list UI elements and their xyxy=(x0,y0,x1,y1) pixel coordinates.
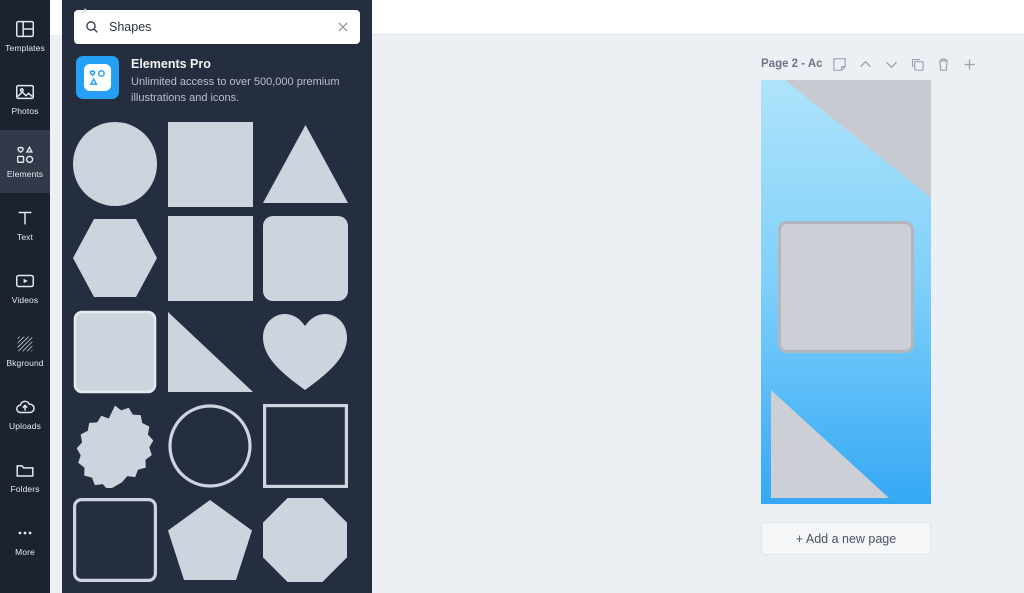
trash-icon[interactable] xyxy=(935,56,952,73)
sidebar-item-videos[interactable]: Videos xyxy=(0,256,50,319)
sidebar-item-background[interactable]: Bkground xyxy=(0,319,50,382)
page-toolbar xyxy=(831,56,978,73)
shape-pentagon[interactable] xyxy=(166,497,254,584)
sidebar-item-templates[interactable]: Templates xyxy=(0,4,50,67)
page-header: Page 2 - Ac xyxy=(761,53,1011,75)
background-icon xyxy=(14,333,36,355)
design-editor: Templates Photos Elements Text Videos Bk… xyxy=(0,0,1024,593)
add-new-page-button[interactable]: + Add a new page xyxy=(761,522,931,555)
shape-heart[interactable] xyxy=(261,309,349,396)
text-icon xyxy=(14,207,36,229)
editor-toolbar xyxy=(372,0,1024,35)
panel-corner-marker: ↗ xyxy=(80,6,88,16)
sidebar-item-label: Elements xyxy=(6,169,44,180)
elements-panel: Elements Pro Unlimited access to over 50… xyxy=(62,0,372,593)
shape-scalloped-circle[interactable] xyxy=(71,403,159,490)
elements-pro-promo[interactable]: Elements Pro Unlimited access to over 50… xyxy=(62,44,372,117)
templates-icon xyxy=(14,18,36,40)
shape-octagon[interactable] xyxy=(261,497,349,584)
sidebar-item-elements[interactable]: Elements xyxy=(0,130,50,193)
sidebar-item-folders[interactable]: Folders xyxy=(0,445,50,508)
page-title: Page 2 - Ac xyxy=(761,58,823,70)
design-page[interactable] xyxy=(761,80,931,504)
notes-icon[interactable] xyxy=(831,56,848,73)
sidebar-item-label: More xyxy=(15,547,35,558)
sidebar-item-more[interactable]: More xyxy=(0,508,50,571)
sidebar-item-label: Uploads xyxy=(9,421,41,432)
sidebar-item-label: Folders xyxy=(10,484,40,495)
sidebar-item-label: Photos xyxy=(11,106,39,117)
shape-triangle[interactable] xyxy=(261,121,349,208)
search-input[interactable] xyxy=(109,20,336,34)
page-shape-triangle-top-right[interactable] xyxy=(785,80,931,198)
shape-square[interactable] xyxy=(166,121,254,208)
sidebar-item-label: Text xyxy=(17,232,33,243)
chevron-down-icon[interactable] xyxy=(883,56,900,73)
more-icon xyxy=(14,522,36,544)
page-shape-triangle-bottom-left[interactable] xyxy=(771,390,889,498)
sidebar-item-label: Bkground xyxy=(6,358,44,369)
shape-square[interactable] xyxy=(166,215,254,302)
shapes-grid xyxy=(62,117,372,584)
rail-top-spacer xyxy=(50,0,62,35)
sidebar-item-label: Videos xyxy=(11,295,39,306)
sidebar: Templates Photos Elements Text Videos Bk… xyxy=(0,0,50,593)
elements-pro-icon xyxy=(76,56,119,99)
promo-title: Elements Pro xyxy=(131,57,211,71)
photos-icon xyxy=(14,81,36,103)
uploads-icon xyxy=(14,396,36,418)
plus-icon[interactable] xyxy=(961,56,978,73)
duplicate-icon[interactable] xyxy=(909,56,926,73)
promo-subtitle: Unlimited access to over 500,000 premium… xyxy=(131,75,340,104)
sidebar-item-uploads[interactable]: Uploads xyxy=(0,382,50,445)
chevron-up-icon[interactable] xyxy=(857,56,874,73)
shape-circle[interactable] xyxy=(71,121,159,208)
videos-icon xyxy=(14,270,36,292)
sidebar-item-text[interactable]: Text xyxy=(0,193,50,256)
search-box[interactable] xyxy=(74,10,360,44)
search-area xyxy=(62,0,372,44)
elements-icon xyxy=(14,144,36,166)
shape-rounded-square[interactable] xyxy=(261,215,349,302)
shape-rounded-square-outlined[interactable] xyxy=(71,309,159,396)
shape-square-outlined[interactable] xyxy=(261,403,349,490)
shape-right-triangle[interactable] xyxy=(166,309,254,396)
sidebar-item-label: Templates xyxy=(5,43,45,54)
canvas-area: Page 2 - Ac + Add a new page xyxy=(372,35,1024,593)
page-shape-rounded-square[interactable] xyxy=(778,221,914,353)
shape-rounded-square-outlined[interactable] xyxy=(71,497,159,584)
folders-icon xyxy=(14,459,36,481)
shape-circle-outlined[interactable] xyxy=(166,403,254,490)
sidebar-item-photos[interactable]: Photos xyxy=(0,67,50,130)
shape-hexagon[interactable] xyxy=(71,215,159,302)
search-icon xyxy=(84,19,100,35)
close-icon[interactable] xyxy=(336,20,350,34)
